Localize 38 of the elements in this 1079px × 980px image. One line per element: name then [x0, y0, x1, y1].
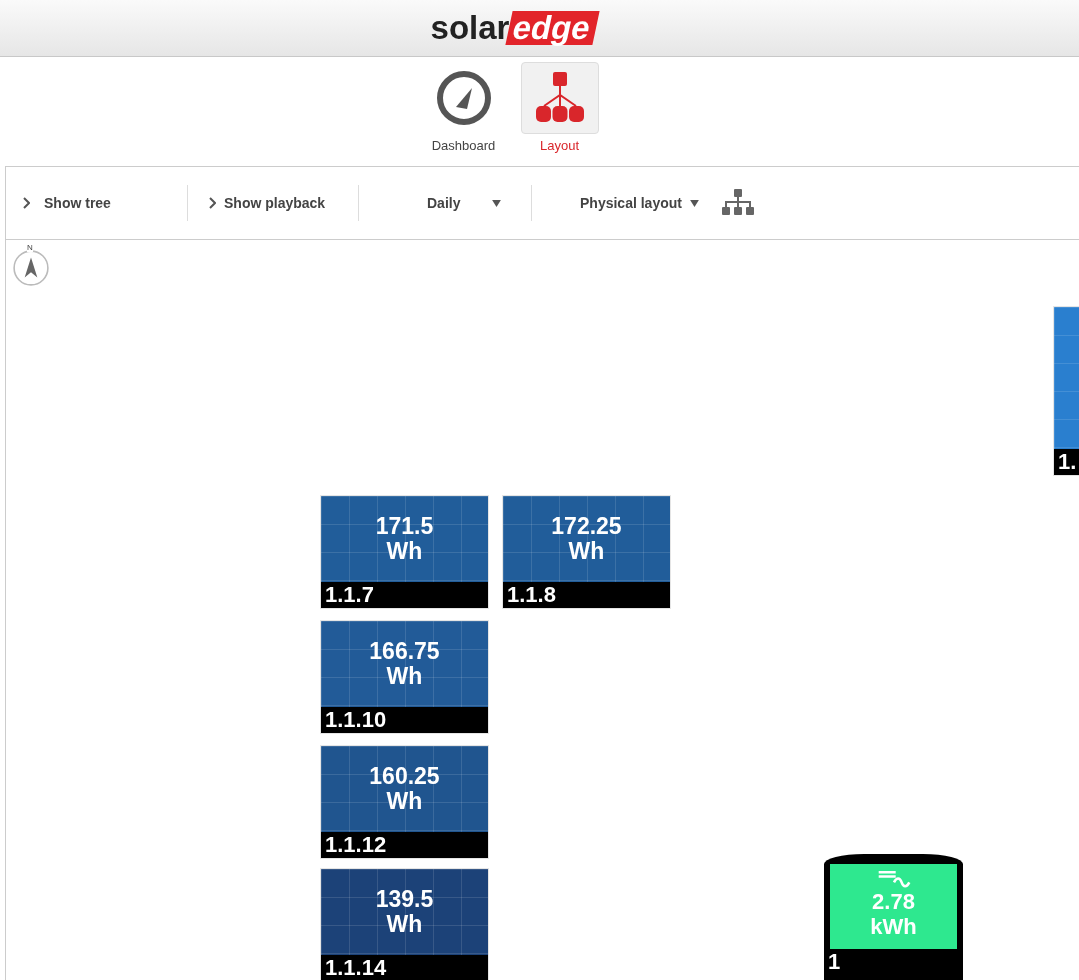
- panel-id: 1.1.7: [321, 582, 488, 608]
- energy-unit: Wh: [386, 789, 423, 814]
- caret-icon: [689, 199, 699, 207]
- caret-icon: [492, 199, 502, 207]
- panel-id: 1.1.14: [321, 955, 488, 980]
- solar-panel[interactable]: 172.25 Wh 1.1.8: [503, 496, 670, 608]
- panel-id: 1.1.12: [321, 832, 488, 858]
- energy-value: 166.75: [369, 639, 440, 664]
- energy-value: 139.5: [375, 887, 434, 912]
- energy-value: 172.25: [551, 514, 622, 539]
- solar-panel[interactable]: 139.5 Wh 1.1.14: [321, 869, 488, 980]
- dc-ac-icon: [876, 869, 911, 889]
- solar-panel[interactable]: 166.75 Wh 1.1.10: [321, 621, 488, 733]
- inverter[interactable]: 2.78 kWh 1: [824, 854, 963, 980]
- solar-panel[interactable]: 160.25 Wh 1.1.12: [321, 746, 488, 858]
- solar-panel[interactable]: 171.5 Wh 1.1.7: [321, 496, 488, 608]
- inverter-id: 1: [827, 949, 842, 975]
- energy-value: 2.78: [872, 889, 915, 914]
- solar-panel[interactable]: 1.: [1054, 307, 1079, 475]
- chevron-icon: [22, 197, 30, 209]
- hierarchy-icon[interactable]: [720, 189, 755, 217]
- energy-unit: Wh: [386, 539, 423, 564]
- energy-unit: Wh: [386, 664, 423, 689]
- energy-unit: Wh: [568, 539, 605, 564]
- period-dropdown[interactable]: Daily: [427, 195, 531, 211]
- show-tree-button[interactable]: Show tree: [22, 195, 187, 211]
- nav-tab[interactable]: Dashboard: [424, 62, 503, 166]
- panel-id: 1.1.8: [503, 582, 670, 608]
- energy-value: 160.25: [369, 764, 440, 789]
- view-dropdown[interactable]: Physical layout: [580, 195, 699, 211]
- solaredge-logo: solaredge: [430, 9, 597, 47]
- energy-unit: Wh: [386, 912, 423, 937]
- show-playback-button[interactable]: Show playback: [208, 195, 358, 211]
- panel-id: 1.: [1054, 449, 1079, 475]
- panel-id: 1.1.10: [321, 707, 488, 733]
- energy-unit: kWh: [870, 914, 917, 939]
- energy-value: 171.5: [375, 514, 434, 539]
- chevron-icon: [208, 197, 216, 209]
